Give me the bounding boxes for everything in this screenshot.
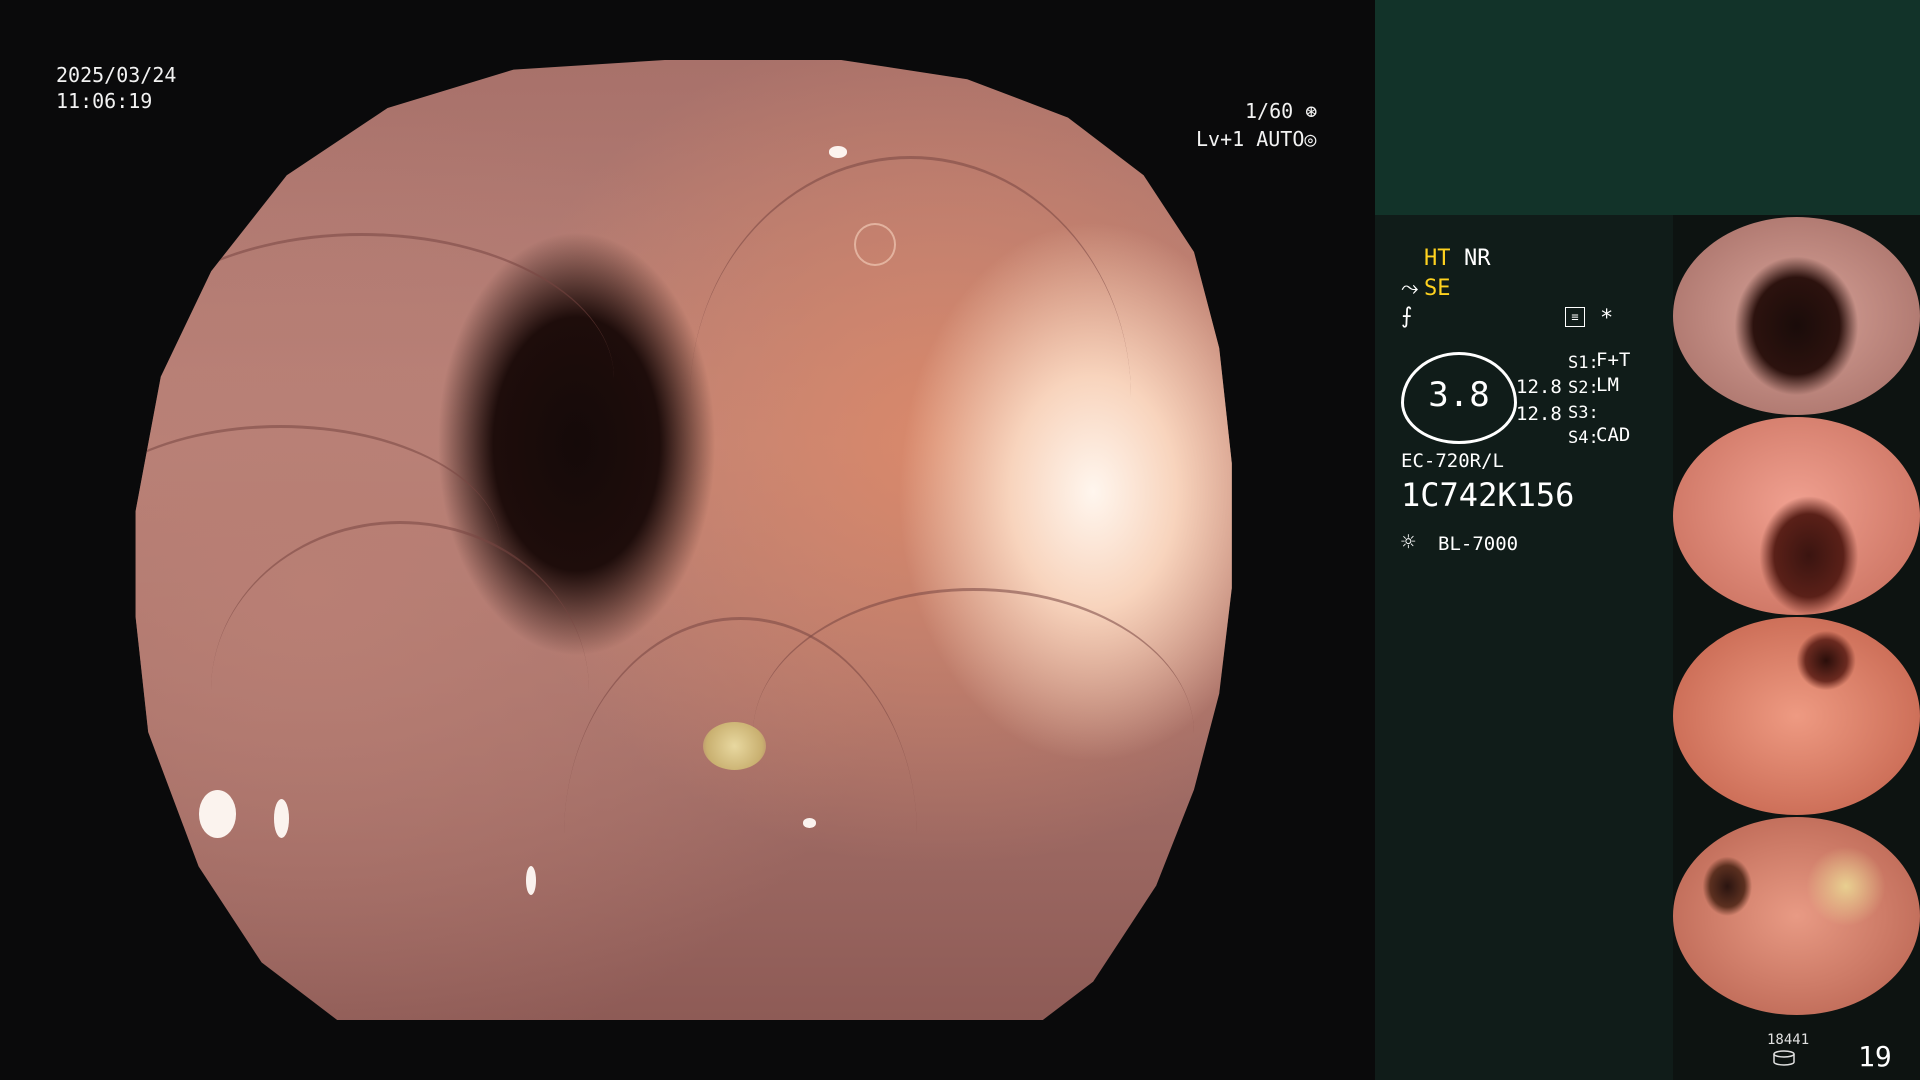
residue [702,722,766,771]
value-b: 12.8 [1516,403,1562,425]
mucosal-fold [753,588,1194,879]
enhance-icon: ⤳ [1401,276,1419,301]
specular-highlight [198,789,237,838]
record-icon: ≡ [1565,307,1585,327]
shutter-icon: ⊛ [1305,99,1318,123]
endoscopic-image [135,60,1232,1020]
thumbnail-3[interactable] [1673,617,1920,815]
specular-highlight [526,866,537,896]
mucosal-fold [690,156,1131,639]
zoom-gauge: 3.8 [1401,352,1517,444]
shutter-display: 1/60 ⊛ [1245,98,1317,124]
light-source-icon: ☼ [1401,528,1416,556]
thumbnail-1[interactable] [1673,217,1920,415]
info-panel: HT NR ⤳ SE ⨍ ≡ * 3.8 12.8 12.8 S1: F+T S… [1375,0,1920,1080]
thumbnail-strip [1673,215,1920,1080]
level-text: Lv+1 [1196,127,1245,151]
s1-key: S1: [1568,353,1599,373]
ht-indicator: HT [1424,246,1451,271]
s2-value: LM [1596,374,1619,396]
thumbnail-4[interactable] [1673,817,1920,1015]
nr-indicator: NR [1464,246,1491,271]
specular-highlight [803,818,816,828]
panel-header-area [1375,0,1920,215]
image-number: 19 [1858,1040,1892,1073]
se-indicator: SE [1424,276,1451,301]
endoscope-view: 2025/03/24 11:06:19 1/60 ⊛ Lv+1 AUTO◎ [0,0,1375,1080]
structure-icon: ⨍ [1401,304,1413,329]
gauge-value: 3.8 [1428,375,1490,415]
shutter-text: 1/60 [1245,99,1294,123]
lesion-spot [853,223,896,266]
asterisk-icon: * [1600,306,1614,331]
iris-icon: ◎ [1304,127,1317,151]
value-a: 12.8 [1516,376,1562,398]
s3-key: S3: [1568,403,1599,423]
time-text: 11:06:19 [56,89,153,113]
lesion-spot [135,693,149,771]
specular-highlight [828,146,848,158]
s4-value: CAD [1596,424,1631,446]
s2-key: S2: [1568,378,1599,398]
settings-panel: HT NR ⤳ SE ⨍ ≡ * 3.8 12.8 12.8 S1: F+T S… [1375,215,1673,1080]
mucosal-fold [211,520,590,860]
specular-highlight [274,799,290,838]
date-text: 2025/03/24 [56,63,177,87]
thumbnail-2[interactable] [1673,417,1920,615]
scope-serial: 1C742K156 [1401,476,1575,514]
database-icon [1773,1050,1795,1066]
datetime-display: 2025/03/24 11:06:19 [56,62,176,114]
scope-model: EC-720R/L [1401,450,1504,472]
image-count: 18441 [1767,1032,1810,1048]
s4-key: S4: [1568,428,1599,448]
iris-mode-text: AUTO [1256,127,1305,151]
iris-display: Lv+1 AUTO◎ [1196,126,1316,152]
s1-value: F+T [1596,349,1631,371]
light-source: BL-7000 [1438,533,1519,555]
